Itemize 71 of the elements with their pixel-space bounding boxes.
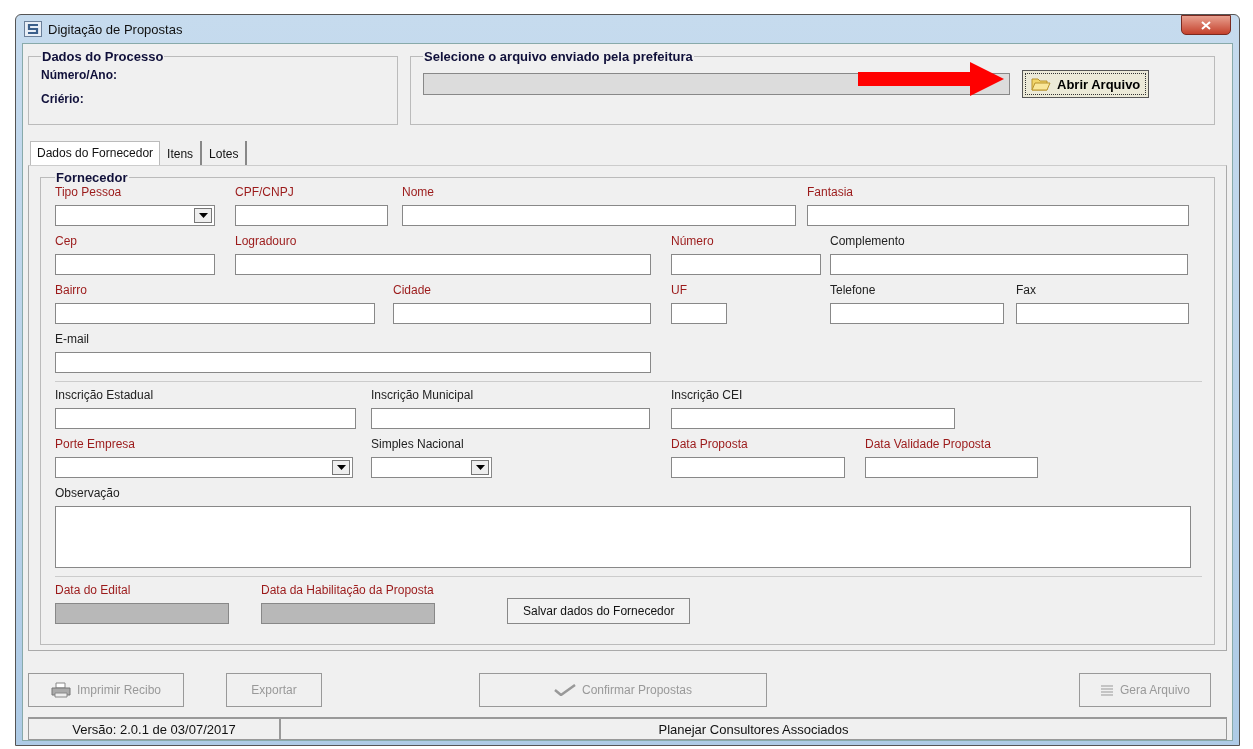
input-field[interactable]	[55, 603, 229, 624]
field-label: Data Validade Proposta	[865, 437, 992, 451]
field-label: Porte Empresa	[55, 437, 137, 451]
input-field[interactable]	[671, 408, 955, 429]
field-label: Inscrição Estadual	[55, 388, 155, 402]
window-title: Digitação de Propostas	[48, 21, 183, 37]
field-label: Inscrição Municipal	[371, 388, 475, 402]
input-field[interactable]	[261, 603, 435, 624]
dropdown[interactable]	[55, 205, 215, 226]
dropdown-button[interactable]	[332, 460, 350, 475]
field-label: Fax	[1016, 283, 1037, 297]
caret-icon	[336, 465, 346, 470]
input-field[interactable]	[393, 303, 651, 324]
field-label: Data do Edital	[55, 583, 132, 597]
field-label: Complemento	[830, 234, 906, 248]
field-label: Inscrição CEI	[671, 388, 744, 402]
input-field[interactable]	[55, 352, 651, 373]
field-label: Observação	[55, 486, 121, 500]
group-title: Fornecedor	[55, 170, 129, 185]
input-field[interactable]	[55, 408, 356, 429]
field-label: Data da Habilitação da Proposta	[261, 583, 435, 597]
input-field[interactable]	[235, 254, 651, 275]
check-icon	[553, 684, 576, 696]
version-status: Versão: 2.0.1 de 03/07/2017	[28, 718, 280, 740]
group-title: Dados do Processo	[41, 49, 165, 64]
field-label: CPF/CNPJ	[235, 185, 295, 199]
field-label: Simples Nacional	[371, 437, 465, 451]
field-label: Tipo Pessoa	[55, 185, 123, 199]
field-label: Número	[671, 234, 715, 248]
field-label: Data Proposta	[671, 437, 749, 451]
app-logo-icon	[24, 21, 42, 37]
field-label: Cidade	[393, 283, 433, 297]
tab[interactable]: Dados do Fornecedor	[30, 141, 161, 165]
input-field[interactable]	[1016, 303, 1189, 324]
field-label: Bairro	[55, 283, 88, 297]
process-info-label: Número/Ano:	[41, 68, 118, 82]
field-label: Telefone	[830, 283, 877, 297]
field-label: Nome	[402, 185, 435, 199]
input-field[interactable]	[807, 205, 1189, 226]
save-supplier-button[interactable]: Salvar dados do Fornecedor	[507, 598, 691, 624]
field-label: Fantasia	[807, 185, 855, 199]
close-button[interactable]	[1181, 15, 1231, 35]
input-field[interactable]	[55, 303, 375, 324]
input-field[interactable]	[671, 457, 845, 478]
input-field[interactable]	[830, 303, 1004, 324]
company-status: Planejar Consultores Associados	[280, 718, 1227, 740]
input-field[interactable]	[371, 408, 650, 429]
text-area[interactable]	[55, 506, 1191, 568]
input-field[interactable]	[402, 205, 796, 226]
field-label: Cep	[55, 234, 78, 248]
field-label: Logradouro	[235, 234, 298, 248]
input-field[interactable]	[55, 254, 215, 275]
dropdown[interactable]	[371, 457, 492, 478]
process-info-label: Criério:	[41, 92, 85, 106]
folder-icon	[1031, 77, 1051, 91]
printer-icon	[51, 682, 71, 698]
dropdown-button[interactable]	[194, 208, 212, 223]
input-field[interactable]	[830, 254, 1188, 275]
open-file-button[interactable]: Abrir Arquivo	[1022, 70, 1150, 98]
lines-icon	[1099, 684, 1114, 696]
field-label: E-mail	[55, 332, 90, 346]
caret-icon	[475, 465, 485, 470]
input-field[interactable]	[671, 303, 727, 324]
dropdown-button[interactable]	[471, 460, 489, 475]
caret-icon	[198, 213, 208, 218]
group-title: Selecione o arquivo enviado pela prefeitura	[423, 49, 694, 64]
field-label: UF	[671, 283, 688, 297]
input-field[interactable]	[865, 457, 1038, 478]
input-field[interactable]	[235, 205, 388, 226]
close-icon	[1201, 20, 1211, 30]
input-field[interactable]	[671, 254, 821, 275]
